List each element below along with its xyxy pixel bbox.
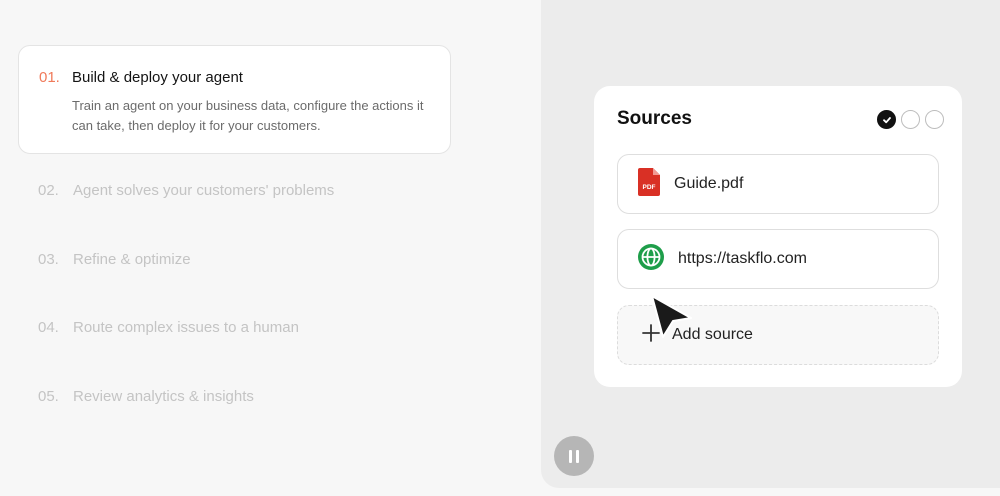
source-label: Guide.pdf <box>674 175 744 192</box>
source-item-taskflo-url[interactable]: https://taskflo.com <box>617 229 939 289</box>
source-label: https://taskflo.com <box>678 250 807 267</box>
step-title: Review analytics & insights <box>73 388 254 405</box>
step-5[interactable]: 05. Review analytics & insights <box>18 388 451 410</box>
pause-button[interactable] <box>554 436 594 476</box>
step-number: 05. <box>38 388 59 405</box>
source-item-guide-pdf[interactable]: PDF Guide.pdf <box>617 154 939 214</box>
check-icon <box>877 110 896 129</box>
step-number: 04. <box>38 319 59 336</box>
pdf-file-icon: PDF <box>638 167 660 201</box>
progress-dots <box>877 110 944 129</box>
step-3[interactable]: 03. Refine & optimize <box>18 251 451 273</box>
step-title: Refine & optimize <box>73 251 191 268</box>
step-title: Build & deploy your agent <box>72 69 243 86</box>
step-1[interactable]: 01. Build & deploy your agent Train an a… <box>18 45 451 154</box>
steps-panel: 01. Build & deploy your agent Train an a… <box>0 0 541 496</box>
mouse-cursor-icon <box>650 294 694 345</box>
step-4[interactable]: 04. Route complex issues to a human <box>18 319 451 341</box>
step-title: Agent solves your customers' problems <box>73 182 335 199</box>
step-number: 01. <box>39 69 60 86</box>
card-title: Sources <box>617 108 692 129</box>
pdf-icon-text: PDF <box>643 184 656 191</box>
step-number: 02. <box>38 182 59 199</box>
globe-icon <box>638 243 664 275</box>
step-2[interactable]: 02. Agent solves your customers' problem… <box>18 182 451 204</box>
step-title: Route complex issues to a human <box>73 319 299 336</box>
step-number: 03. <box>38 251 59 268</box>
pause-icon <box>576 449 579 463</box>
pause-icon <box>569 449 572 463</box>
progress-dot-empty <box>901 110 920 129</box>
progress-dot-empty <box>925 110 944 129</box>
step-description: Train an agent on your business data, co… <box>72 98 424 133</box>
